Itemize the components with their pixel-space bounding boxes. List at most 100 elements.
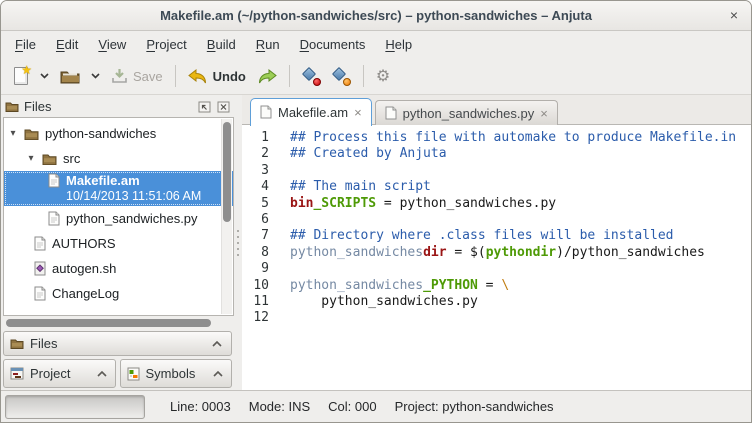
menu-item-build[interactable]: Build (197, 31, 246, 58)
undo-icon (188, 69, 208, 84)
document-icon (48, 173, 60, 188)
code-line: python_sandwichesdir = $(pythondir)/pyth… (290, 245, 751, 261)
code-line (290, 163, 751, 179)
dock-panel-icon[interactable] (198, 101, 211, 113)
window-title: Makefile.am (~/python-sandwiches/src) – … (160, 8, 592, 23)
tree-item-label: Makefile.am (66, 173, 140, 188)
status-mode: Mode: INS (249, 399, 310, 414)
toolbar-separator (175, 65, 176, 87)
code-line: python_sandwiches_PYTHON = \ (290, 278, 751, 294)
tree-item-label: python_sandwiches.py (66, 211, 198, 226)
files-shelf-label: Files (30, 336, 57, 351)
tree-item-timestamp: 10/14/2013 11:51:06 AM (4, 189, 233, 203)
open-folder-icon (60, 69, 80, 84)
document-icon (34, 286, 46, 301)
chevron-up-icon (212, 341, 222, 347)
editor-tab-bar: Makefile.am×python_sandwiches.py× (242, 95, 751, 125)
status-project: Project: python-sandwiches (395, 399, 554, 414)
tree-item-python-sandwiches[interactable]: ▾ python-sandwiches (4, 121, 233, 146)
line-number: 9 (242, 261, 269, 277)
editor-tab-makefile-am[interactable]: Makefile.am × (250, 98, 372, 126)
folder-icon (24, 128, 39, 140)
pane-splitter[interactable] (234, 95, 242, 390)
line-number: 11 (242, 294, 269, 310)
menu-item-project[interactable]: Project (136, 31, 196, 58)
titlebar[interactable]: Makefile.am (~/python-sandwiches/src) – … (1, 1, 751, 31)
expander-icon[interactable]: ▾ (8, 128, 18, 139)
code-line (290, 261, 751, 277)
menu-item-view[interactable]: View (88, 31, 136, 58)
line-number: 7 (242, 228, 269, 244)
main-area: Files ▾python-sandwiches▾srcMakefile.am1… (1, 95, 751, 390)
menu-item-file[interactable]: File (5, 31, 46, 58)
scrollbar-thumb[interactable] (6, 319, 211, 327)
document-icon (48, 211, 60, 226)
sidebar-tab-symbols[interactable]: Symbols (120, 359, 233, 388)
editor-tab-label: Makefile.am (278, 105, 348, 120)
goto-definition-button[interactable] (298, 64, 325, 89)
line-number: 3 (242, 163, 269, 179)
save-button[interactable]: Save (107, 65, 167, 87)
menu-item-documents[interactable]: Documents (290, 31, 376, 58)
code-line: ## Created by Anjuta (290, 146, 751, 162)
scrollbar-thumb[interactable] (223, 122, 231, 222)
anjuta-window: Makefile.am (~/python-sandwiches/src) – … (0, 0, 752, 423)
menu-item-run[interactable]: Run (246, 31, 290, 58)
tree-item-autogen-sh[interactable]: autogen.sh (4, 256, 233, 281)
line-number: 10 (242, 278, 269, 294)
code-line (290, 212, 751, 228)
open-file-button[interactable] (56, 66, 84, 87)
tree-item-authors[interactable]: AUTHORS (4, 231, 233, 256)
window-close-icon[interactable]: × (730, 8, 738, 22)
tab-close-icon[interactable]: × (354, 105, 362, 120)
progress-indicator (5, 395, 145, 419)
sidebar-tab-project[interactable]: Project (3, 359, 116, 388)
redo-button[interactable] (253, 66, 281, 87)
expander-icon[interactable]: ▾ (26, 153, 36, 164)
new-file-dropdown[interactable] (36, 70, 53, 82)
project-icon (10, 367, 24, 380)
code-content: ## Process this file with automake to pr… (274, 130, 751, 390)
chevron-up-icon (213, 371, 223, 377)
folder-icon (10, 338, 24, 349)
statusbar: Line: 0003 Mode: INS Col: 000 Project: p… (1, 390, 751, 422)
code-editor[interactable]: 123456789101112 ## Process this file wit… (242, 125, 751, 390)
tree-item-label: autogen.sh (52, 261, 116, 276)
status-line: Line: 0003 (170, 399, 231, 414)
tree-item-changelog[interactable]: ChangeLog (4, 281, 233, 306)
open-file-dropdown[interactable] (87, 70, 104, 82)
files-shelf-bar[interactable]: Files (3, 331, 232, 356)
sidebar-tab-label: Project (30, 366, 70, 381)
tree-vertical-scrollbar[interactable] (221, 119, 232, 314)
toolbar-separator (289, 65, 290, 87)
tree-item-label: ChangeLog (52, 286, 119, 301)
tree-item-python-sandwiches-py[interactable]: python_sandwiches.py (4, 206, 233, 231)
chevron-up-icon (97, 371, 107, 377)
sidebar: Files ▾python-sandwiches▾srcMakefile.am1… (1, 95, 234, 390)
new-document-icon: ★ (12, 66, 29, 86)
code-line: python_sandwiches.py (290, 294, 751, 310)
goto-implementation-icon (332, 67, 351, 86)
undo-button[interactable]: Undo (184, 66, 250, 87)
document-icon (34, 236, 46, 251)
files-panel-title: Files (24, 99, 51, 114)
line-number: 2 (242, 146, 269, 162)
editor-tab-python-sandwiches-py[interactable]: python_sandwiches.py× (375, 100, 558, 125)
preferences-button[interactable]: ⚙ (372, 63, 394, 89)
redo-icon (257, 69, 277, 84)
line-number: 12 (242, 310, 269, 326)
new-file-button[interactable]: ★ (8, 63, 33, 89)
menu-item-help[interactable]: Help (375, 31, 422, 58)
line-number: 1 (242, 130, 269, 146)
line-number: 8 (242, 245, 269, 261)
tab-close-icon[interactable]: × (540, 106, 548, 121)
tree-item-label: python-sandwiches (45, 126, 156, 141)
chevron-down-icon (91, 73, 100, 79)
goto-implementation-button[interactable] (328, 64, 355, 89)
menu-item-edit[interactable]: Edit (46, 31, 88, 58)
save-icon (111, 68, 128, 84)
tree-item-makefile-am[interactable]: Makefile.am10/14/2013 11:51:06 AM (4, 171, 233, 206)
tree-horizontal-scrollbar[interactable] (4, 319, 231, 328)
close-panel-icon[interactable] (217, 101, 230, 113)
tree-item-src[interactable]: ▾src (4, 146, 233, 171)
